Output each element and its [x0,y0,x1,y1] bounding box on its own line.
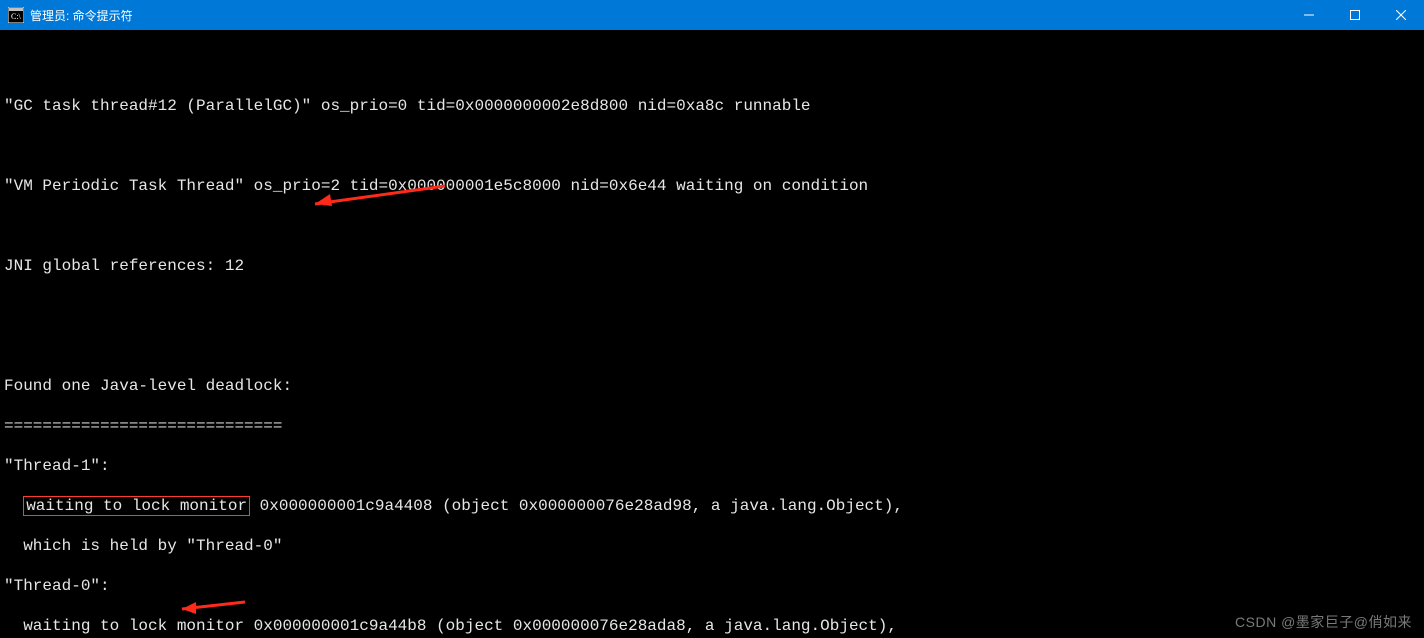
close-button[interactable] [1378,0,1424,30]
svg-text:C:\: C:\ [11,12,22,21]
thread-wait-line: waiting to lock monitor 0x000000001c9a44… [4,616,1420,636]
window-title: 管理员: 命令提示符 [30,7,133,24]
terminal-output[interactable]: "GC task thread#12 (ParallelGC)" os_prio… [0,30,1424,638]
thread-wait-line: waiting to lock monitor 0x000000001c9a44… [4,496,1420,516]
separator: ============================= [4,416,1420,436]
watermark: CSDN @墨家巨子@俏如来 [1235,612,1412,632]
minimize-button[interactable] [1286,0,1332,30]
deadlock-header: Found one Java-level deadlock: [4,376,1420,396]
highlight-box: waiting to lock monitor [23,496,250,516]
maximize-button[interactable] [1332,0,1378,30]
command-prompt-window: C:\ 管理员: 命令提示符 "GC task thread#12 (Paral… [0,0,1424,638]
output-line: "VM Periodic Task Thread" os_prio=2 tid=… [4,176,1420,196]
output-line: "GC task thread#12 (ParallelGC)" os_prio… [4,96,1420,116]
thread-held-line: which is held by "Thread-0" [4,536,1420,556]
cmd-icon: C:\ [8,7,24,23]
thread-name: "Thread-1": [4,456,1420,476]
titlebar[interactable]: C:\ 管理员: 命令提示符 [0,0,1424,30]
thread-name: "Thread-0": [4,576,1420,596]
output-line: JNI global references: 12 [4,256,1420,276]
